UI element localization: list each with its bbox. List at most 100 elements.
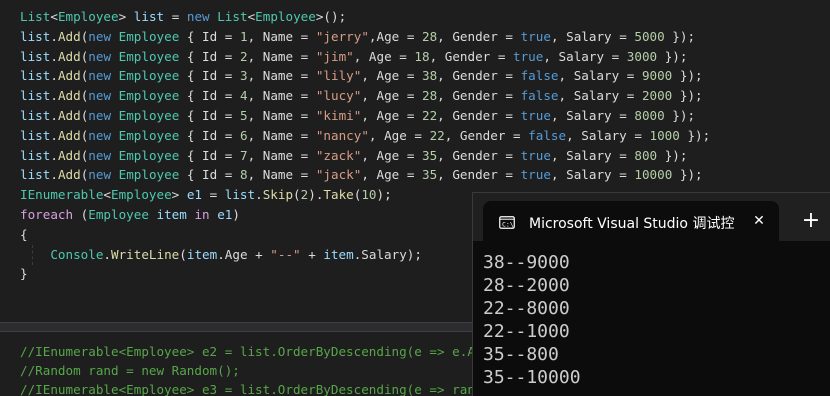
terminal-tab[interactable]: C:\ Microsoft Visual Studio 调试控制台 ✕ [483, 201, 779, 241]
punct-token: { [179, 28, 203, 44]
variable-token: list [20, 147, 51, 163]
keyword-token: new [88, 127, 112, 143]
ide-window: List<Employee> list = new List<Employee>… [0, 0, 830, 396]
variable-token: list [20, 167, 51, 183]
close-icon[interactable]: ✕ [749, 211, 769, 231]
punct-token: = [399, 88, 422, 104]
punct-token: } [20, 266, 28, 282]
method-token: Add [57, 107, 81, 123]
punct-token: = [293, 127, 316, 143]
punct-token: . [50, 107, 58, 123]
punct-token: = [399, 167, 422, 183]
string-token: "jerry" [315, 28, 369, 44]
property-token: Name [262, 147, 294, 163]
method-token: Add [57, 88, 81, 104]
punct-token: { [179, 88, 203, 104]
keyword-token: true [520, 147, 551, 163]
type-token: Employee [118, 107, 180, 123]
string-token: "jack" [315, 167, 362, 183]
punct-token: , [558, 88, 574, 104]
punct-token: = [293, 68, 316, 84]
property-token: Gender [452, 167, 498, 183]
punct-token: ); [376, 187, 392, 203]
property-token: Salary [573, 68, 620, 84]
punct-token: , [444, 127, 460, 143]
number-token: 3 [239, 68, 248, 84]
punct-token: ( [73, 206, 89, 222]
property-token: Gender [452, 68, 498, 84]
punct-token: = [399, 68, 422, 84]
property-token: Age [368, 48, 392, 64]
number-token: 5000 [634, 28, 665, 44]
type-token: Employee [118, 48, 180, 64]
property-token: Id [202, 107, 218, 123]
punct-token: . [255, 187, 263, 203]
new-tab-button[interactable]: + [799, 209, 823, 233]
property-token: Gender [452, 147, 498, 163]
terminal-icon: C:\ [499, 214, 515, 229]
punct-token: }); [664, 28, 696, 44]
keyword-token: false [528, 127, 567, 143]
punct-token: , [247, 147, 263, 163]
console-output-line: 22--8000 [483, 298, 570, 319]
property-token: Name [262, 68, 294, 84]
keyword-token: false [520, 68, 559, 84]
console-output-line: 35--800 [483, 344, 559, 365]
console-output-line: 35--10000 [483, 367, 581, 388]
keyword-token: new [186, 9, 210, 24]
property-token: Salary [581, 127, 627, 143]
variable-token: list [20, 48, 51, 64]
code-line-list-decl: List<Employee> list = new List<Employee>… [20, 7, 710, 27]
variable-token: e1 [217, 206, 233, 222]
punct-token: }); [672, 68, 703, 84]
keyword-token: true [520, 28, 551, 44]
keyword-token: in [194, 206, 210, 222]
punct-token: }); [679, 127, 711, 143]
punct-token: . [103, 246, 112, 262]
variable-token: list [20, 28, 51, 44]
punct-token: . [50, 127, 58, 143]
string-token: "--" [270, 246, 301, 262]
property-token: Age [376, 68, 400, 84]
property-token: Gender [444, 48, 491, 64]
punct-token: { [179, 147, 203, 163]
punct-token: { [179, 107, 203, 123]
property-token: Salary [558, 48, 605, 64]
punct-token: }); [664, 107, 696, 123]
punct-token: = [391, 48, 415, 64]
number-token: 2 [239, 48, 248, 64]
string-token: "jim" [315, 48, 354, 64]
punct-token: ( [179, 246, 187, 262]
punct-token: . [50, 28, 58, 44]
punct-token: { [179, 48, 203, 64]
punct-token: , [550, 147, 567, 163]
punct-token: = [202, 187, 225, 203]
punct-token: = [217, 48, 240, 64]
punct-token: = [293, 28, 316, 44]
punct-token: . [50, 147, 58, 163]
property-token: Name [262, 107, 294, 123]
punct-token: = [399, 28, 422, 44]
keyword-token: new [88, 68, 112, 84]
variable-token: list [20, 88, 51, 104]
punct-token: , [429, 48, 445, 64]
punct-token: = [217, 167, 240, 183]
property-token: Id [202, 127, 218, 143]
variable-token: list [20, 107, 51, 123]
punct-token: , [247, 107, 263, 123]
type-token: Employee [118, 127, 180, 143]
property-token: Gender [452, 107, 498, 123]
punct-token: = [293, 88, 316, 104]
punct-token: = [217, 127, 240, 143]
punct-token: = [293, 167, 316, 183]
number-token: 38 [422, 68, 438, 84]
debug-console-window[interactable]: C:\ Microsoft Visual Studio 调试控制台 ✕ + 38… [472, 192, 830, 396]
terminal-tab-bar: C:\ Microsoft Visual Studio 调试控制台 ✕ + [473, 193, 830, 241]
property-token: Id [202, 167, 218, 183]
type-token: Employee [118, 88, 180, 104]
